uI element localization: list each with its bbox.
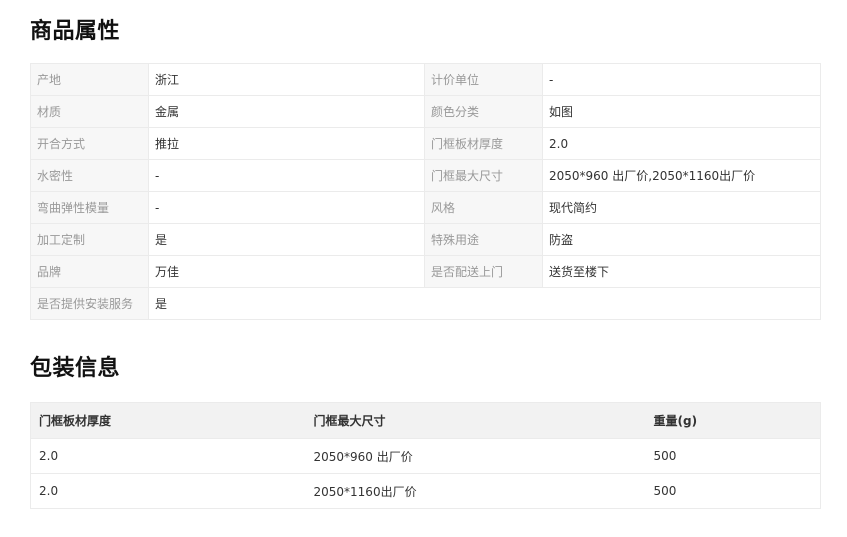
attributes-section-title: 商品属性 (30, 19, 121, 44)
attribute-value: 2050*960 出厂价,2050*1160出厂价 (542, 159, 821, 192)
table-row: 2.0 2050*960 出厂价 500 (30, 438, 821, 474)
attribute-row: 开合方式 推拉 门框板材厚度 2.0 (30, 127, 821, 160)
attribute-value: 2.0 (542, 127, 821, 160)
attribute-value: 如图 (542, 95, 821, 128)
attribute-value: 金属 (148, 95, 425, 128)
packaging-section-title: 包装信息 (30, 356, 121, 381)
attribute-label: 是否配送上门 (424, 255, 543, 288)
cell-max-size: 2050*1160出厂价 (305, 473, 646, 509)
cell-weight: 500 (645, 438, 821, 474)
attribute-value: 送货至楼下 (542, 255, 821, 288)
table-row: 2.0 2050*1160出厂价 500 (30, 473, 821, 509)
column-header-max-size: 门框最大尺寸 (305, 402, 646, 439)
attribute-label: 加工定制 (30, 223, 149, 256)
attribute-value: 是 (148, 223, 425, 256)
attribute-row: 水密性 - 门框最大尺寸 2050*960 出厂价,2050*1160出厂价 (30, 159, 821, 192)
attribute-label: 门框板材厚度 (424, 127, 543, 160)
packaging-header-row: 门框板材厚度 门框最大尺寸 重量(g) (30, 402, 821, 439)
attribute-label: 计价单位 (424, 63, 543, 96)
attribute-label: 产地 (30, 63, 149, 96)
attribute-value: 现代简约 (542, 191, 821, 224)
attribute-label: 风格 (424, 191, 543, 224)
attribute-label: 是否提供安装服务 (30, 287, 149, 320)
attribute-label: 品牌 (30, 255, 149, 288)
cell-thickness: 2.0 (30, 473, 306, 509)
attribute-row: 弯曲弹性模量 - 风格 现代简约 (30, 191, 821, 224)
attribute-row: 品牌 万佳 是否配送上门 送货至楼下 (30, 255, 821, 288)
attribute-label: 水密性 (30, 159, 149, 192)
attribute-value: 是 (148, 287, 821, 320)
attribute-value: 浙江 (148, 63, 425, 96)
attribute-label: 颜色分类 (424, 95, 543, 128)
attribute-value: - (148, 159, 425, 192)
cell-max-size: 2050*960 出厂价 (305, 438, 646, 474)
attribute-row: 材质 金属 颜色分类 如图 (30, 95, 821, 128)
attribute-row: 产地 浙江 计价单位 - (30, 63, 821, 96)
attribute-label: 开合方式 (30, 127, 149, 160)
attribute-value: 防盗 (542, 223, 821, 256)
attribute-value: 推拉 (148, 127, 425, 160)
attribute-value: 万佳 (148, 255, 425, 288)
column-header-thickness: 门框板材厚度 (30, 402, 306, 439)
attribute-row: 是否提供安装服务 是 (30, 287, 821, 320)
attribute-value: - (148, 191, 425, 224)
attribute-value: - (542, 63, 821, 96)
cell-thickness: 2.0 (30, 438, 306, 474)
attribute-label: 弯曲弹性模量 (30, 191, 149, 224)
attribute-label: 特殊用途 (424, 223, 543, 256)
attribute-label: 门框最大尺寸 (424, 159, 543, 192)
attribute-label: 材质 (30, 95, 149, 128)
column-header-weight: 重量(g) (645, 402, 821, 439)
cell-weight: 500 (645, 473, 821, 509)
attributes-table: 产地 浙江 计价单位 - 材质 金属 颜色分类 如图 开合方式 推拉 门框板材厚… (30, 63, 821, 320)
attribute-row: 加工定制 是 特殊用途 防盗 (30, 223, 821, 256)
packaging-table: 门框板材厚度 门框最大尺寸 重量(g) 2.0 2050*960 出厂价 500… (30, 402, 821, 509)
